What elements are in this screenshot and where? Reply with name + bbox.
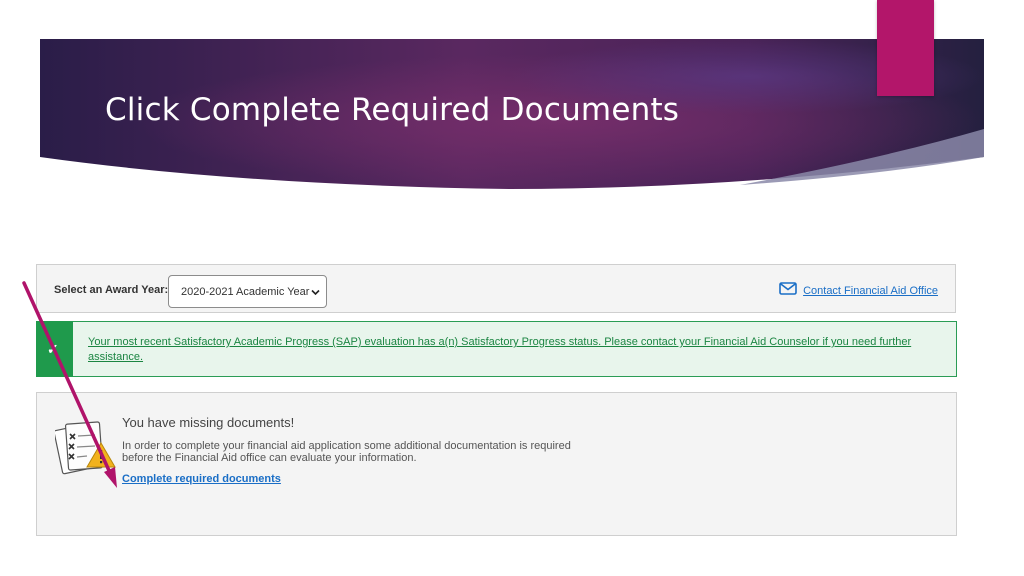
sap-status-alert: ✓ Your most recent Satisfactory Academic… (36, 321, 957, 377)
accent-rectangle (877, 0, 934, 96)
chevron-down-icon (311, 287, 320, 299)
missing-documents-description: In order to complete your financial aid … (122, 440, 571, 464)
award-year-select[interactable]: 2020-2021 Academic Year (168, 275, 327, 308)
contact-financial-aid[interactable]: Contact Financial Aid Office (779, 282, 938, 300)
award-year-label: Select an Award Year: (54, 284, 169, 296)
missing-documents-heading: You have missing documents! (122, 415, 295, 430)
check-icon: ✓ (47, 341, 59, 357)
document-warning-icon (53, 417, 117, 480)
alert-side-bar: ✓ (36, 321, 73, 377)
complete-required-documents-link[interactable]: Complete required documents (122, 473, 281, 485)
award-year-value: 2020-2021 Academic Year (181, 286, 310, 298)
missing-documents-panel: You have missing documents! In order to … (36, 392, 957, 536)
contact-financial-aid-link[interactable]: Contact Financial Aid Office (803, 285, 938, 297)
sap-status-message[interactable]: Your most recent Satisfactory Academic P… (88, 335, 928, 365)
envelope-icon (779, 282, 797, 300)
award-year-bar: Select an Award Year: 2020-2021 Academic… (36, 264, 956, 313)
slide-title: Click Complete Required Documents (105, 92, 680, 128)
